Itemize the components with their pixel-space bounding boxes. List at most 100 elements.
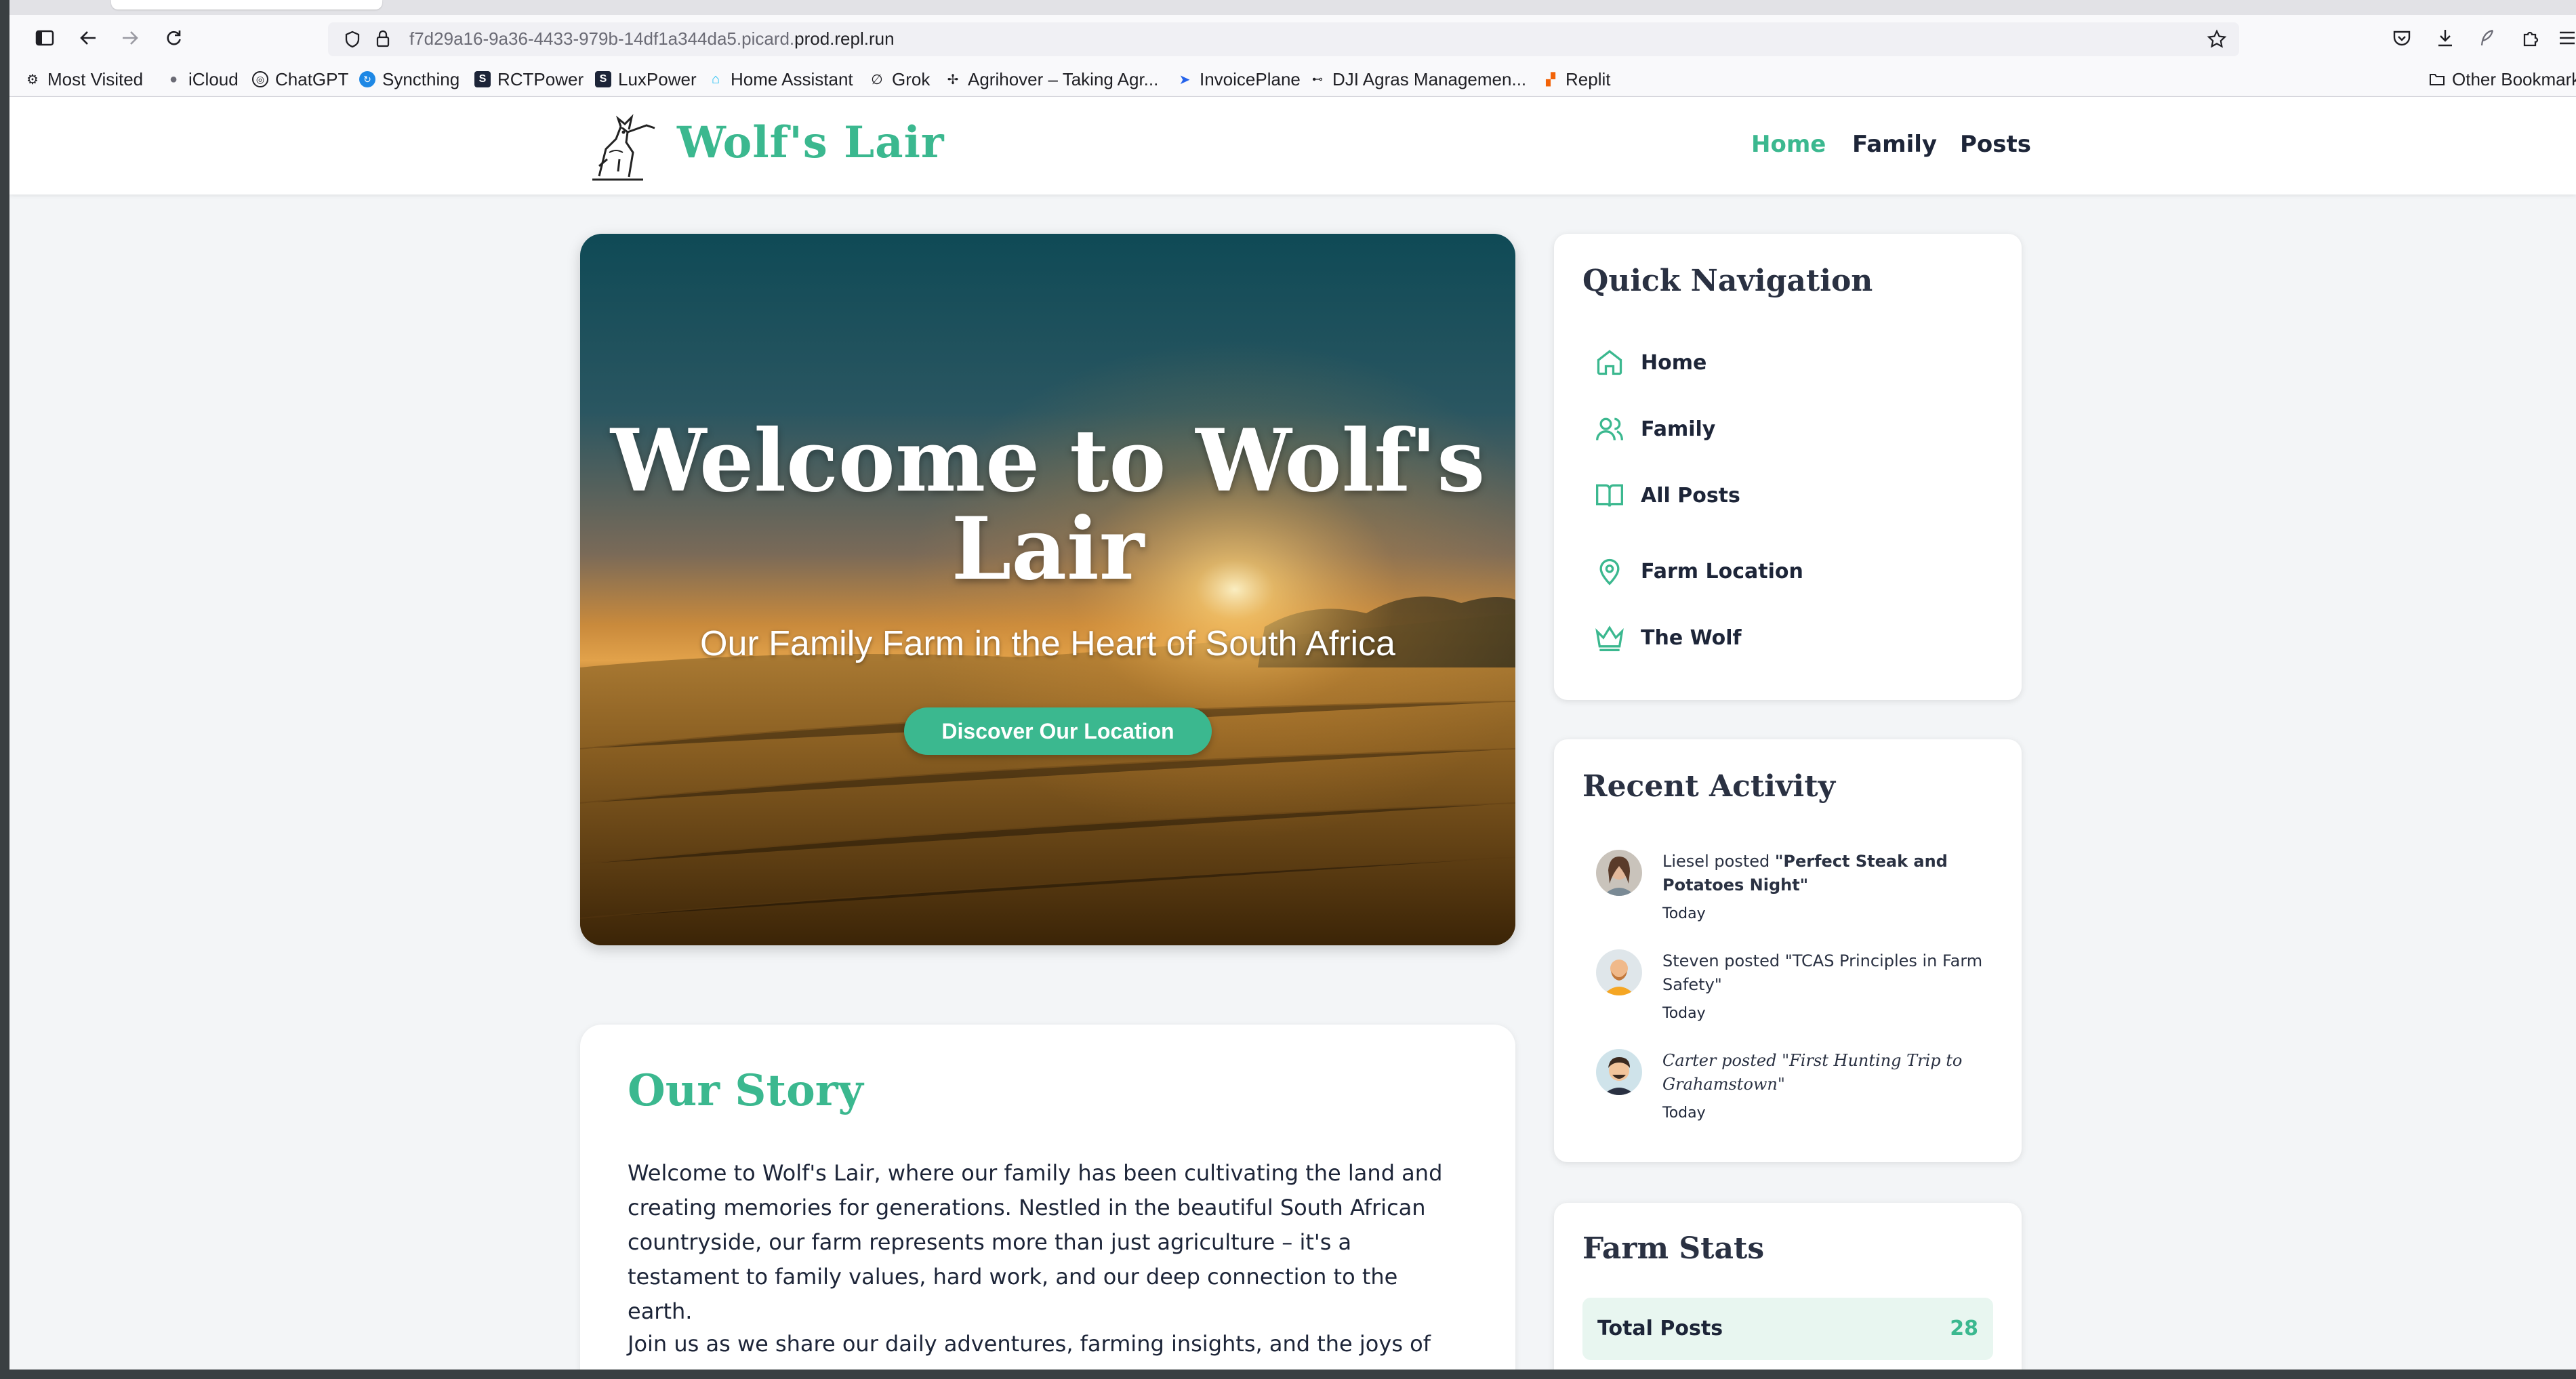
address-bar[interactable]: f7d29a16-9a36-4433-979b-14df1a344da5.pic…	[328, 22, 2239, 56]
hero-banner: Welcome to Wolf's Lair Our Family Farm i…	[580, 234, 1515, 945]
bookmark-grok[interactable]: ∅ Grok	[869, 68, 930, 91]
bookmark-chatgpt[interactable]: ◎ ChatGPT	[252, 68, 348, 91]
hero-title: Welcome to Wolf's Lair	[610, 411, 1486, 599]
quick-nav-label: Farm Location	[1641, 559, 1803, 583]
bookmark-home-assistant[interactable]: ⌂ Home Assistant	[708, 68, 853, 91]
quick-nav-family[interactable]: Family	[1595, 409, 1715, 449]
discover-location-button[interactable]: Discover Our Location	[904, 707, 1212, 755]
farm-stats-heading: Farm Stats	[1582, 1231, 1765, 1266]
s-icon: S	[595, 71, 611, 87]
site-title[interactable]: Wolf's Lair	[677, 117, 945, 168]
home-icon	[1597, 350, 1622, 375]
bookmark-label: InvoicePlane	[1200, 68, 1301, 89]
bookmark-most-visited[interactable]: ⚙ Most Visited	[24, 68, 143, 91]
bookmark-label: LuxPower	[618, 68, 697, 89]
quick-nav-all-posts[interactable]: All Posts	[1595, 475, 1740, 516]
s-icon: S	[474, 71, 491, 87]
browser-window: f7d29a16-9a36-4433-979b-14df1a344da5.pic…	[9, 0, 2576, 1370]
story-heading: Our Story	[628, 1065, 863, 1116]
bookmark-replit[interactable]: ▞ Replit	[1542, 68, 1610, 91]
quick-nav-label: Home	[1641, 350, 1707, 375]
menu-icon[interactable]	[2552, 23, 2576, 53]
quick-nav-label: The Wolf	[1641, 625, 1742, 650]
bookmark-luxpower[interactable]: S LuxPower	[595, 68, 697, 91]
download-icon[interactable]	[2430, 23, 2460, 53]
reload-icon[interactable]	[159, 23, 188, 53]
bookmark-star-icon[interactable]	[2207, 29, 2227, 52]
home-assistant-icon: ⌂	[711, 71, 720, 87]
farm-stats-card: Farm Stats Total Posts 28	[1554, 1203, 2022, 1370]
bookmark-label: DJI Agras Managemen...	[1332, 68, 1527, 89]
quick-nav-home[interactable]: Home	[1595, 342, 1706, 383]
nav-home[interactable]: Home	[1751, 131, 1826, 158]
nav-posts[interactable]: Posts	[1960, 131, 2031, 158]
quick-nav-label: Family	[1641, 417, 1716, 441]
apple-icon: ●	[169, 71, 178, 87]
quick-navigation-card: Quick Navigation Home Family All Posts F…	[1554, 234, 2022, 700]
lock-icon[interactable]	[375, 30, 390, 50]
active-tab[interactable]	[111, 0, 382, 9]
wolf-logo-icon[interactable]	[579, 112, 660, 186]
bookmark-label: Syncthing	[382, 68, 460, 89]
activity-text: Liesel posted "Perfect Steak and Potatoe…	[1662, 850, 2001, 897]
dji-icon: ⊷	[1312, 74, 1323, 85]
activity-author: Carter	[1662, 1051, 1717, 1070]
map-pin-icon	[1599, 558, 1620, 585]
url-path: f7d29a16-9a36-4433-979b-14df1a344da5.pic…	[409, 28, 795, 49]
drone-icon: ✢	[947, 72, 959, 87]
users-icon	[1596, 417, 1623, 440]
quick-nav-label: All Posts	[1641, 483, 1740, 508]
bookmark-invoiceplane[interactable]: ➤ InvoicePlane	[1177, 68, 1301, 91]
chatgpt-icon: ◎	[252, 71, 268, 87]
tab-strip	[9, 0, 2576, 15]
extensions-puzzle-icon[interactable]	[2516, 23, 2546, 53]
bookmark-label: Agrihover – Taking Agr...	[968, 68, 1159, 89]
extension-feather-icon[interactable]	[2472, 23, 2502, 53]
bookmark-rctpower[interactable]: S RCTPower	[474, 68, 584, 91]
url-host: prod.repl.run	[794, 28, 895, 49]
stat-row-total-posts: Total Posts 28	[1582, 1298, 1993, 1360]
avatar	[1596, 850, 1642, 896]
activity-author: Liesel	[1662, 852, 1709, 871]
avatar	[1596, 1049, 1642, 1095]
activity-time: Today	[1662, 905, 1706, 922]
url-text[interactable]: f7d29a16-9a36-4433-979b-14df1a344da5.pic…	[409, 28, 895, 49]
quick-nav-farm-location[interactable]: Farm Location	[1595, 551, 1803, 592]
hero-subtitle: Our Family Farm in the Heart of South Af…	[700, 624, 1395, 663]
story-paragraph-2: Join us as we share our daily adventures…	[628, 1331, 1431, 1357]
bookmark-syncthing[interactable]: ↻ Syncthing	[359, 68, 459, 91]
sidebar-toggle-icon[interactable]	[30, 23, 60, 53]
site-header: Wolf's Lair Home Family Posts	[9, 97, 2576, 194]
activity-text: Carter posted "First Hunting Trip to Gra…	[1662, 1049, 2001, 1096]
quick-nav-the-wolf[interactable]: The Wolf	[1595, 617, 1742, 658]
forward-icon[interactable]	[115, 23, 145, 53]
activity-verb: posted	[1724, 951, 1780, 970]
activity-text: Steven posted "TCAS Principles in Farm S…	[1662, 949, 2001, 997]
bookmark-label: Most Visited	[47, 68, 144, 89]
bookmark-label: ChatGPT	[275, 68, 349, 89]
stat-value: 28	[1950, 1317, 1978, 1340]
shield-icon[interactable]	[344, 30, 361, 51]
bookmark-label: Replit	[1566, 68, 1611, 89]
other-bookmarks-label: Other Bookmarks	[2452, 68, 2576, 89]
activity-verb: posted	[1714, 852, 1770, 871]
book-icon	[1596, 484, 1623, 507]
recent-activity-heading: Recent Activity	[1582, 769, 1836, 804]
nav-family[interactable]: Family	[1852, 131, 1937, 158]
grok-icon: ∅	[871, 72, 883, 87]
recent-activity-card: Recent Activity Liesel posted "Perfect S…	[1554, 739, 2022, 1162]
bookmark-label: Home Assistant	[731, 68, 853, 89]
bookmark-agrihover[interactable]: ✢ Agrihover – Taking Agr...	[945, 68, 1159, 91]
plane-icon: ➤	[1179, 72, 1191, 87]
bookmark-icloud[interactable]: ● iCloud	[165, 68, 239, 91]
stat-label: Total Posts	[1597, 1317, 1723, 1340]
activity-verb: posted	[1721, 1051, 1777, 1070]
pocket-icon[interactable]	[2387, 23, 2417, 53]
back-icon[interactable]	[73, 23, 103, 53]
other-bookmarks[interactable]: Other Bookmarks	[2429, 68, 2576, 91]
bookmark-dji-agras[interactable]: ⊷ DJI Agras Managemen...	[1309, 68, 1526, 91]
syncthing-icon: ↻	[359, 71, 375, 87]
bookmark-label: iCloud	[188, 68, 239, 89]
quick-nav-heading: Quick Navigation	[1582, 264, 1873, 298]
replit-icon: ▞	[1546, 72, 1555, 86]
